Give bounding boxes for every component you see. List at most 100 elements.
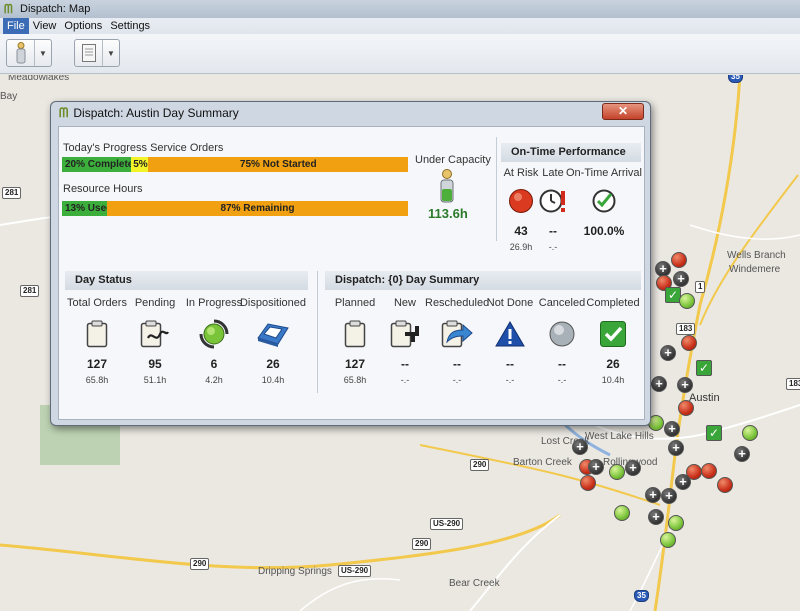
map-marker-cluster[interactable]: + [645,487,661,503]
map-place-label: Dripping Springs [258,566,332,577]
orders-button[interactable] [75,40,103,66]
route-shield: 290 [470,459,490,471]
completed-count: 26 [606,357,620,371]
not-done-hours: -.- [505,375,515,385]
menu-view[interactable]: View [29,18,61,34]
map-place-label: Barton Creek [513,457,572,468]
day-status-header: Day Status [65,271,308,290]
canceled-icon [535,317,589,351]
map-marker-at-risk[interactable] [701,463,717,479]
route-shield: US-290 [430,518,464,530]
not-done-count: -- [506,357,514,371]
rescheduled-stat: Rescheduled -- -.- [425,297,489,387]
vertical-divider [496,137,497,241]
orders-split-button[interactable]: ▼ [74,39,120,67]
map-marker-completed[interactable]: ✓ [696,360,712,376]
app-logo-icon: ᗰ [59,105,69,120]
new-hours: -.- [400,375,410,385]
pending-count: 95 [148,357,162,371]
map-marker-completed[interactable]: ✓ [706,425,722,441]
day-summary-dialog: ᗰ Dispatch: Austin Day Summary ✕ Today's… [50,101,651,426]
capacity-person-icon [440,169,454,203]
map-marker-in-progress[interactable] [742,425,758,441]
map-marker-cluster[interactable]: + [673,271,689,287]
progress-in-progress-segment: 5% [131,157,149,172]
menu-file[interactable]: File [3,18,29,34]
map-marker-in-progress[interactable] [679,293,695,309]
progress-complete-segment: 20% Complete [62,157,132,172]
map-marker-in-progress[interactable] [660,532,676,548]
rescheduled-label: Rescheduled [425,297,490,309]
map-place-label: Bay [0,91,18,102]
new-label: New [393,297,416,309]
new-icon [380,317,430,351]
menu-settings[interactable]: Settings [106,18,154,34]
dispositioned-stat: Dispositioned 26 10.4h [239,297,307,387]
map-marker-cluster[interactable]: + [660,345,676,361]
progress-label: Today's Progress Service Orders [63,142,224,154]
dialog-body: Today's Progress Service Orders 20% Comp… [58,126,645,420]
pending-label: Pending [134,297,176,309]
tray-icon [239,317,307,351]
planned-hours: 65.8h [343,375,367,385]
map-place-label: Austin [689,392,720,404]
toolbar: ▼ ▼ [0,34,800,74]
on-time-arrival-stat: On-Time Arrival 100.0% [565,167,643,238]
resource-split-button[interactable]: ▼ [6,39,52,67]
in-progress-stat: In Progress 6 4.2h [180,297,248,387]
canceled-label: Canceled [538,297,586,309]
resource-hours-label: Resource Hours [63,183,143,195]
map-marker-at-risk[interactable] [671,252,687,268]
completed-icon [582,317,644,351]
planned-label: Planned [334,297,376,309]
map-marker-cluster[interactable]: + [648,509,664,525]
map-marker-cluster[interactable]: + [734,446,750,462]
new-count: -- [401,357,409,371]
pending-stat: Pending 95 51.1h [121,297,189,387]
menu-options[interactable]: Options [60,18,106,34]
rescheduled-count: -- [453,357,461,371]
summary-header: Dispatch: {0} Day Summary [325,271,641,290]
chevron-down-icon[interactable]: ▼ [35,40,51,66]
map-marker-in-progress[interactable] [609,464,625,480]
vertical-divider [317,271,318,393]
planned-count: 127 [344,357,366,371]
in-progress-hours: 4.2h [205,375,223,385]
map-marker-cluster[interactable]: + [651,376,667,392]
map-marker-at-risk[interactable] [681,335,697,351]
pending-hours: 51.1h [143,375,167,385]
map-marker-cluster[interactable]: + [677,377,693,393]
pending-icon [121,317,189,351]
map-marker-at-risk[interactable] [717,477,733,493]
map-marker-cluster[interactable]: + [588,459,604,475]
not-done-stat: Not Done -- -.- [483,297,537,387]
dialog-titlebar[interactable]: ᗰ Dispatch: Austin Day Summary [51,102,650,124]
route-shield: 281 [20,285,40,297]
dispositioned-hours: 10.4h [261,375,285,385]
map-marker-in-progress[interactable] [614,505,630,521]
map-marker-cluster[interactable]: + [668,440,684,456]
map-place-label: Meadowlakes [8,75,70,83]
map-marker-cluster[interactable]: + [625,460,641,476]
map-marker-cluster[interactable]: + [661,488,677,504]
canceled-stat: Canceled -- -.- [535,297,589,387]
app-title: Dispatch: Map [20,3,91,15]
map-marker-at-risk[interactable] [678,400,694,416]
map-marker-in-progress[interactable] [668,515,684,531]
capacity-label: Under Capacity [415,154,491,166]
on-time-clock-icon [565,184,643,218]
warning-icon [483,317,537,351]
route-shield: 290 [190,558,210,570]
rescheduled-hours: -.- [452,375,462,385]
map-marker-cluster[interactable]: + [572,439,588,455]
close-button[interactable]: ✕ [602,103,644,120]
map-place-label: Bear Creek [449,578,500,589]
chevron-down-icon[interactable]: ▼ [103,40,119,66]
on-time-header: On-Time Performance [501,143,641,162]
map-marker-cluster[interactable]: + [675,474,691,490]
app-logo-icon: ᗰ [4,2,13,16]
not-done-label: Not Done [486,297,534,309]
map-marker-cluster[interactable]: + [664,421,680,437]
resource-button[interactable] [7,40,35,66]
map-marker-at-risk[interactable] [580,475,596,491]
